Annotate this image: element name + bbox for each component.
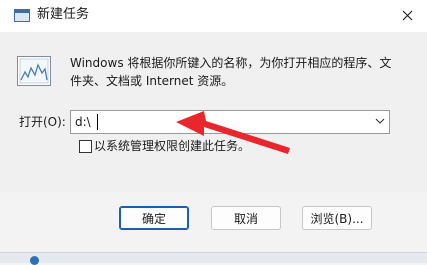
ok-button[interactable]: 确定 <box>119 206 189 230</box>
admin-checkbox[interactable] <box>79 140 92 153</box>
text-caret <box>97 114 98 130</box>
open-input[interactable]: d:\ <box>75 114 91 130</box>
open-combobox[interactable]: d:\ <box>70 110 390 134</box>
browse-button[interactable]: 浏览(B)... <box>302 206 372 230</box>
close-icon <box>402 10 413 21</box>
admin-checkbox-label[interactable]: 以系统管理权限创建此任务。 <box>94 138 294 154</box>
close-button[interactable] <box>388 0 427 32</box>
run-program-icon <box>17 56 51 86</box>
dialog-footer: 确定 取消 浏览(B)... <box>0 192 427 252</box>
window-title: 新建任务 <box>37 7 90 22</box>
open-field-label: 打开(O): <box>19 115 66 129</box>
cancel-button[interactable]: 取消 <box>211 206 281 230</box>
window-app-icon <box>14 9 30 22</box>
background-app-icon <box>30 256 39 265</box>
dialog-description: Windows 将根据你所键入的名称，为你打开相应的程序、文件夹、文档或 Int… <box>70 56 392 88</box>
background-taskbar-strip <box>0 252 427 265</box>
dialog-content: Windows 将根据你所键入的名称，为你打开相应的程序、文件夹、文档或 Int… <box>0 32 427 192</box>
chevron-down-icon[interactable] <box>375 117 385 125</box>
title-bar: 新建任务 <box>0 0 427 32</box>
